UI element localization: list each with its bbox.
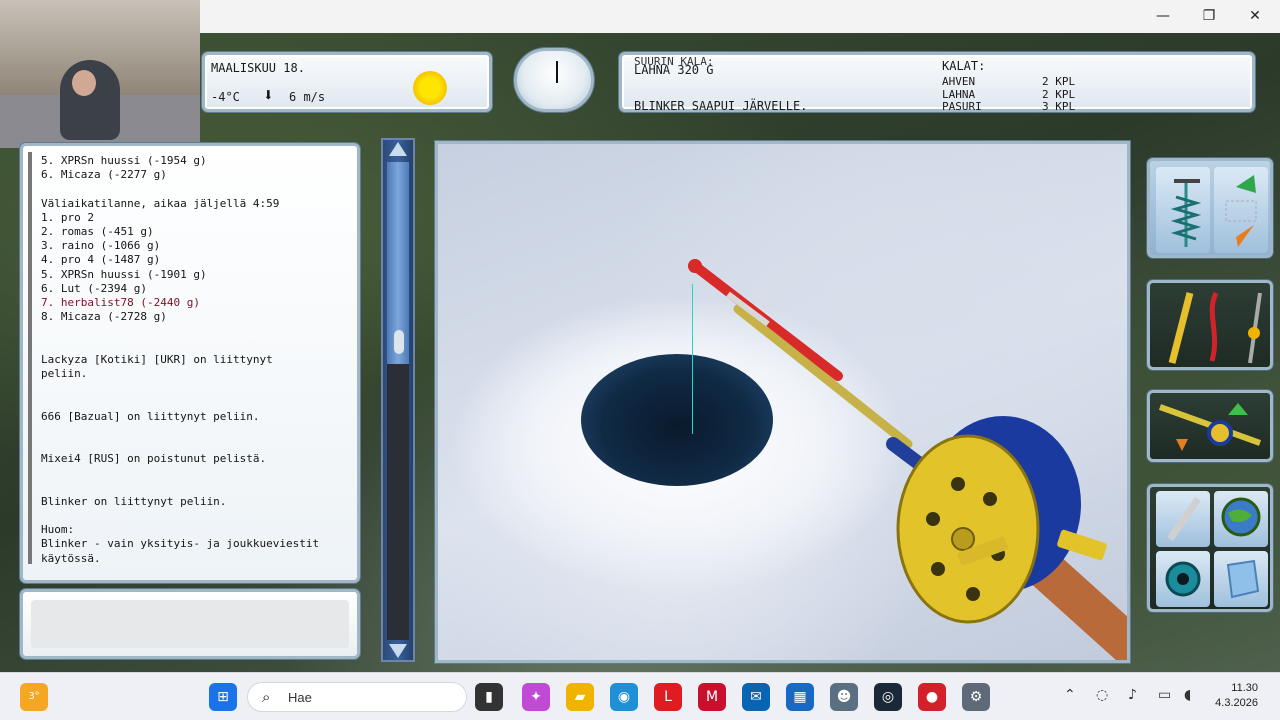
lure-selection-panel[interactable] bbox=[1147, 280, 1273, 370]
chat-input[interactable] bbox=[31, 600, 349, 648]
globe-icon bbox=[1221, 497, 1261, 537]
taskbar-time: 11.30 bbox=[1231, 682, 1258, 694]
search-icon: ⌕ bbox=[262, 688, 271, 706]
rod-shaft bbox=[733, 304, 913, 449]
eye-icon bbox=[1165, 561, 1201, 597]
move-arrows-slot[interactable] bbox=[1214, 167, 1268, 253]
taskbar-date: 4.3.2026 bbox=[1215, 697, 1258, 709]
fish-name: AHVEN bbox=[942, 75, 976, 88]
windows-taskbar: 3° ⊞ ⌕ Hae ▮ ✦ ▰ ◉ L M ✉ ▦ ☻ ◎ ● ⚙ ⌃ ◌ ♪ ▭ ◖ 11.30 … bbox=[0, 672, 1280, 720]
copilot-icon[interactable]: ✦ bbox=[522, 683, 550, 711]
mcafee-icon[interactable]: M bbox=[698, 683, 726, 711]
store-icon[interactable]: ▦ bbox=[786, 683, 814, 711]
rod-selection-panel[interactable] bbox=[1147, 390, 1273, 462]
chat-message: peliin. bbox=[41, 367, 88, 380]
display-icon[interactable]: ▭ bbox=[1158, 687, 1171, 703]
wind-speed-label: 6 m/s bbox=[289, 90, 326, 104]
chat-input-panel bbox=[20, 589, 360, 659]
l-app-icon[interactable]: L bbox=[654, 683, 682, 711]
chat-message: 3. raino (-1066 g) bbox=[41, 239, 161, 253]
catch-panel: SUURIN KALA: LAHNA 320 G BLINKER SAAPUI … bbox=[619, 52, 1255, 113]
search-input[interactable]: ⌕ Hae bbox=[247, 682, 467, 712]
chat-message: Väliaikatilanne, aikaa jäljellä 4:59 bbox=[41, 196, 280, 210]
gauge-dark-section bbox=[387, 364, 409, 640]
weather-widget-icon[interactable]: 3° bbox=[20, 683, 48, 711]
knife-slot[interactable] bbox=[1156, 491, 1210, 547]
chat-message: 666 [Bazual] on liittynyt peliin. bbox=[41, 409, 260, 423]
chat-message: 5. XPRSn huussi (-1954 g) bbox=[41, 154, 207, 167]
fish-count: 2 KPL bbox=[1042, 75, 1076, 88]
depth-gauge[interactable] bbox=[381, 138, 415, 662]
weather-panel: MAALISKUU 18. -4°C ⬇ 6 m/s bbox=[202, 52, 492, 112]
gauge-up-arrow-icon[interactable] bbox=[389, 142, 407, 156]
eye-slot[interactable] bbox=[1156, 551, 1210, 607]
minimize-button[interactable]: — bbox=[1140, 4, 1186, 28]
chat-message: 2. romas (-451 g) bbox=[41, 225, 154, 238]
drill-and-bait-panel[interactable] bbox=[1147, 158, 1273, 258]
start-button[interactable]: ⊞ bbox=[209, 683, 237, 711]
ice-chunk-slot[interactable] bbox=[1214, 551, 1268, 607]
chat-message: 8. Micaza (-2728 g) bbox=[41, 310, 167, 324]
chat-message: 6. Micaza (-2277 g) bbox=[41, 168, 167, 182]
compass-dial bbox=[514, 48, 594, 112]
sun-icon bbox=[413, 71, 447, 105]
webcam-overlay bbox=[0, 0, 200, 148]
ice-drill-icon bbox=[1170, 179, 1202, 247]
fish-count: 3 KPL bbox=[1042, 100, 1076, 113]
chat-scrollbar[interactable] bbox=[28, 152, 32, 564]
chat-message: 4. pro 4 (-1487 g) bbox=[41, 253, 161, 267]
webcam-head bbox=[72, 70, 96, 96]
gauge-down-arrow-icon[interactable] bbox=[389, 644, 407, 658]
compass-needle bbox=[556, 61, 558, 83]
globe-slot[interactable] bbox=[1214, 491, 1268, 547]
restore-button[interactable]: ❐ bbox=[1186, 4, 1232, 28]
temperature-label: -4°C bbox=[211, 90, 240, 104]
outlook-icon[interactable]: ✉ bbox=[742, 683, 770, 711]
microphone-icon[interactable]: ♪ bbox=[1128, 687, 1137, 703]
fishing-view[interactable] bbox=[435, 141, 1130, 663]
chat-message: Huom: bbox=[41, 523, 75, 537]
close-button[interactable]: ✕ bbox=[1232, 4, 1278, 28]
chat-message: Blinker on liittynyt peliin. bbox=[41, 494, 227, 508]
rod-icon bbox=[1158, 403, 1262, 451]
file-explorer-icon[interactable]: ▮ bbox=[475, 683, 503, 711]
chat-message: käytössä. bbox=[41, 551, 101, 565]
ice-drill-slot[interactable] bbox=[1156, 167, 1210, 253]
move-arrows-icon bbox=[1225, 175, 1257, 247]
gauge-lure-marker[interactable] bbox=[394, 330, 404, 354]
network-vpn-icon[interactable]: ◌ bbox=[1096, 687, 1108, 703]
chat-message: Mixei4 [RUS] on poistunut pelistä. bbox=[41, 452, 267, 466]
chat-message: 5. XPRSn huussi (-1901 g) bbox=[41, 267, 207, 281]
items-panel[interactable] bbox=[1147, 484, 1273, 612]
fish-name: PASURI bbox=[942, 100, 982, 113]
chat-message: Lackyza [Kotiki] [UKR] on liittynyt bbox=[41, 352, 273, 366]
event-message: BLINKER SAAPUI JÄRVELLE. bbox=[634, 99, 808, 113]
window-titlebar: — ❐ ✕ bbox=[200, 0, 1280, 33]
chat-message: Blinker - vain yksityis- ja joukkueviest… bbox=[41, 537, 320, 551]
settings-icon[interactable]: ⚙ bbox=[962, 683, 990, 711]
taskbar-clock[interactable]: 11.30 4.3.2026 bbox=[1215, 681, 1258, 711]
chat-message: 7. herbalist78 (-2440 g) bbox=[41, 296, 200, 309]
tray-overflow-icon[interactable]: ⌃ bbox=[1064, 687, 1076, 703]
folder-icon[interactable]: ▰ bbox=[566, 683, 594, 711]
knife-icon bbox=[1167, 496, 1201, 542]
edge-icon[interactable]: ◉ bbox=[610, 683, 638, 711]
chat-log[interactable]: 5. XPRSn huussi (-1954 g) 6. Micaza (-227… bbox=[20, 143, 360, 583]
best-catch-value: LAHNA 320 G bbox=[634, 63, 714, 77]
wind-direction-icon: ⬇ bbox=[263, 85, 274, 106]
fish-list-title: KALAT: bbox=[942, 59, 986, 73]
ice-fishing-rod[interactable] bbox=[438, 144, 1130, 663]
steam-icon[interactable]: ◎ bbox=[874, 683, 902, 711]
game-app-icon[interactable]: ☻ bbox=[830, 683, 858, 711]
volume-icon[interactable]: ◖ bbox=[1184, 687, 1191, 703]
chat-message: 1. pro 2 bbox=[41, 210, 94, 224]
search-placeholder: Hae bbox=[288, 690, 312, 705]
record-icon[interactable]: ● bbox=[918, 683, 946, 711]
lures-icon bbox=[1168, 291, 1262, 364]
ice-chunk-icon bbox=[1226, 559, 1260, 599]
date-label: MAALISKUU 18. bbox=[211, 61, 305, 75]
chat-message: 6. Lut (-2394 g) bbox=[41, 281, 147, 295]
